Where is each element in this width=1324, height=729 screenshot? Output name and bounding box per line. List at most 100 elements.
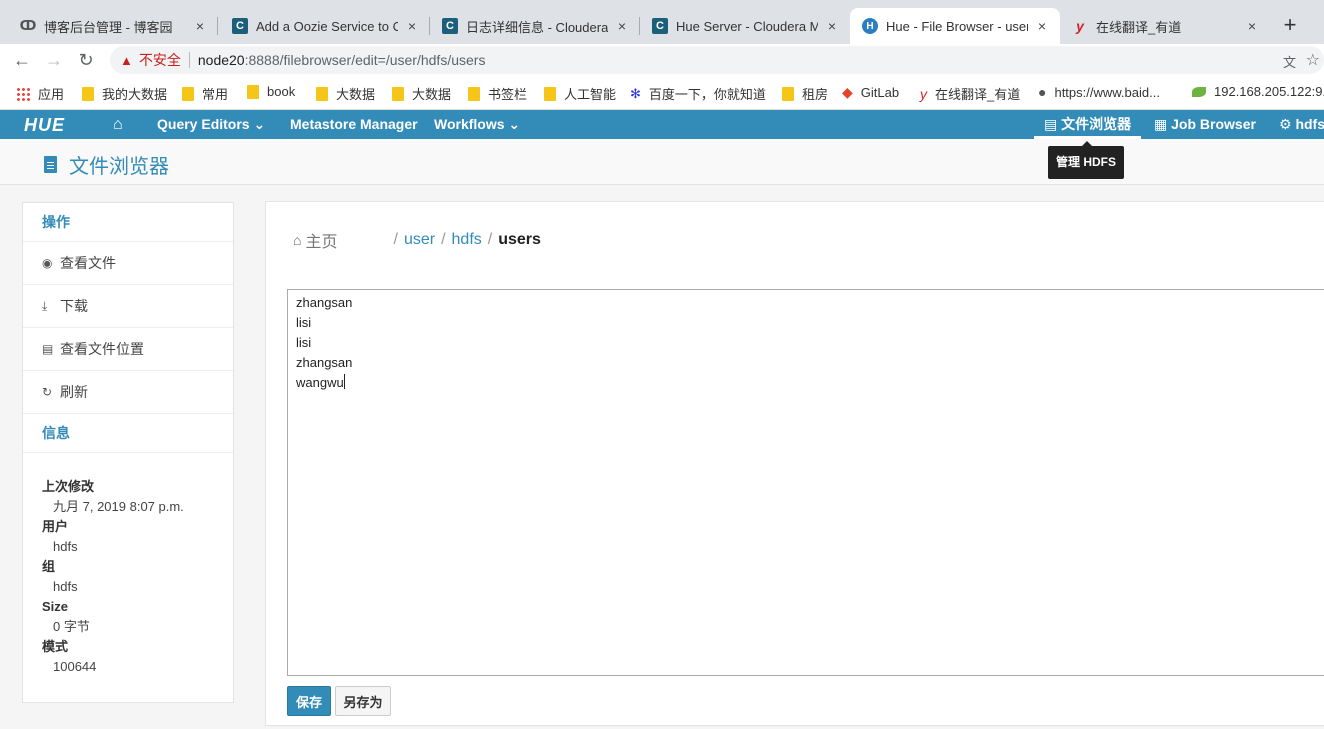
close-icon[interactable]: × [824, 18, 840, 34]
save-button[interactable]: 保存 [287, 686, 331, 716]
folder-icon [544, 86, 556, 101]
close-icon[interactable]: × [192, 18, 208, 34]
sidebar-item-refresh[interactable]: ↻ 刷新 [23, 371, 233, 414]
nav-job-browser[interactable]: ▦ Job Browser [1154, 110, 1256, 139]
cloudera-icon: C [652, 18, 668, 34]
breadcrumb-link[interactable]: hdfs [452, 231, 482, 249]
chevron-down-icon: ⌄ [253, 116, 266, 132]
editor-line: lisi [296, 335, 312, 350]
folder-icon [468, 86, 480, 101]
browser-tab-strip: ↀ 博客后台管理 - 博客园 × C Add a Oozie Service t… [0, 0, 1324, 44]
hue-navbar: HUE ⌂ Query Editors ⌄ Metastore Manager … [0, 110, 1324, 139]
bookmark-item[interactable]: 大数据 [392, 84, 451, 103]
bookmarks-bar: 应用 我的大数据 常用 book 大数据 大数据 书签栏 人工智能 ✻ 百度一下，… [0, 76, 1324, 110]
breadcrumb-link[interactable]: user [404, 231, 435, 249]
home-icon: ⌂ [293, 232, 302, 248]
file-content-editor[interactable]: zhangsan lisi lisi zhangsan wangwu [287, 289, 1324, 676]
nav-user-menu[interactable]: ⚙ hdfs [1279, 110, 1324, 139]
tab-title: Hue - File Browser - user [886, 18, 1028, 34]
sidebar-actions-header: 操作 [23, 203, 233, 242]
back-arrow-icon[interactable]: ← [12, 50, 32, 70]
main-panel: ⌂ 主页 / user / hdfs / users zhangsan lisi … [265, 201, 1324, 726]
browser-tab-active[interactable]: H Hue - File Browser - user × [850, 8, 1060, 44]
gears-icon: ⚙ [1279, 116, 1292, 132]
bookmark-item[interactable]: 书签栏 [468, 84, 527, 103]
sidebar-item-view-file[interactable]: ◉ 查看文件 [23, 242, 233, 285]
bookmark-item[interactable]: ● https://www.baid... [1038, 84, 1160, 100]
bookmark-item[interactable]: 192.168.205.122:9... [1192, 84, 1324, 99]
star-icon[interactable]: ☆ [1306, 50, 1320, 70]
browser-tab[interactable]: y 在线翻译_有道 × [1060, 8, 1270, 44]
hue-icon: H [862, 18, 878, 34]
new-tab-button[interactable]: + [1280, 12, 1300, 38]
reload-icon[interactable]: ↻ [76, 50, 96, 70]
breadcrumb: ⌂ 主页 / user / hdfs / users [293, 228, 541, 252]
info-value: hdfs [53, 579, 78, 594]
bookmark-item[interactable]: 大数据 [316, 84, 375, 103]
gitlab-icon: ◆ [842, 84, 853, 100]
apps-grid-icon [16, 86, 30, 101]
sidebar-item-download[interactable]: ⤓ 下载 [23, 285, 233, 328]
close-icon[interactable]: × [404, 18, 420, 34]
bookmark-item[interactable]: ✻ 百度一下，你就知道 [630, 84, 766, 103]
info-value: 100644 [53, 659, 97, 674]
breadcrumb-home[interactable]: ⌂ 主页 [293, 228, 337, 252]
bookmark-item[interactable]: 应用 [16, 84, 64, 103]
file-icon: ▤ [1044, 116, 1058, 132]
tab-title: Add a Oozie Service to Cl [256, 18, 398, 34]
folder-icon [782, 86, 794, 101]
browser-tab[interactable]: C Add a Oozie Service to Cl × [220, 8, 430, 44]
warning-icon: ▲ [120, 52, 133, 68]
tooltip: 管理 HDFS [1048, 141, 1124, 179]
bookmark-item[interactable]: ◆ GitLab [842, 84, 899, 101]
list-icon: ▦ [1154, 116, 1168, 132]
file-location-icon: ▤ [42, 341, 54, 356]
tab-title: 日志详细信息 - Cloudera M [466, 19, 608, 35]
cloudera-icon: C [442, 18, 458, 34]
browser-tab[interactable]: ↀ 博客后台管理 - 博客园 × [8, 8, 218, 44]
nav-workflows[interactable]: Workflows ⌄ [434, 110, 520, 139]
text-caret [343, 374, 345, 389]
sidebar-item-file-location[interactable]: ▤ 查看文件位置 [23, 328, 233, 371]
translate-icon[interactable]: 文 [1283, 52, 1296, 71]
editor-line: zhangsan [296, 355, 353, 370]
info-value: hdfs [53, 539, 78, 554]
page-title: 文件浏览器 [44, 150, 169, 179]
info-label: 组 [42, 559, 56, 574]
browser-tab[interactable]: C 日志详细信息 - Cloudera M × [430, 8, 640, 44]
nav-query-editors[interactable]: Query Editors ⌄ [157, 110, 265, 139]
folder-icon [316, 86, 328, 101]
browser-tab[interactable]: C Hue Server - Cloudera Ma × [640, 8, 850, 44]
refresh-icon: ↻ [42, 384, 53, 399]
bookmark-item[interactable]: 人工智能 [544, 84, 616, 103]
nav-file-browser[interactable]: ▤ 文件浏览器 [1034, 110, 1142, 139]
security-label[interactable]: 不安全 [139, 50, 181, 70]
folder-icon [392, 86, 404, 101]
info-value: 0 字节 [53, 619, 90, 634]
close-icon[interactable]: × [1034, 18, 1050, 34]
close-icon[interactable]: × [614, 18, 630, 34]
url-path: :8888/filebrowser/edit=/user/hdfs/users [244, 52, 486, 68]
address-bar[interactable]: ▲ 不安全 node20:8888/filebrowser/edit=/user… [110, 46, 1324, 74]
bookmark-item[interactable]: 常用 [182, 84, 228, 103]
browser-toolbar: ← → ↻ ▲ 不安全 node20:8888/filebrowser/edit… [0, 44, 1324, 76]
bookmark-item[interactable]: 我的大数据 [82, 84, 167, 103]
sidebar-info-header: 信息 [23, 414, 233, 453]
chevron-down-icon: ⌄ [508, 116, 521, 132]
tab-title: 博客后台管理 - 博客园 [44, 19, 173, 35]
hue-logo[interactable]: HUE [24, 115, 65, 136]
home-icon[interactable]: ⌂ [113, 110, 123, 139]
bookmark-item[interactable]: book [247, 84, 295, 99]
bookmark-item[interactable]: y 在线翻译_有道 [920, 84, 1020, 103]
eye-icon: ◉ [42, 255, 53, 270]
nav-metastore-manager[interactable]: Metastore Manager [290, 110, 418, 139]
save-as-button[interactable]: 另存为 [335, 686, 391, 716]
tab-title: 在线翻译_有道 [1096, 19, 1182, 35]
editor-line-last: wangwu [296, 374, 345, 390]
info-value: 九月 7, 2019 8:07 p.m. [53, 499, 184, 514]
bookmark-item[interactable]: 租房 [782, 84, 828, 103]
close-icon[interactable]: × [1244, 18, 1260, 34]
folder-icon [182, 86, 194, 101]
forward-arrow-icon[interactable]: → [44, 50, 64, 70]
sidebar: 操作 ◉ 查看文件 ⤓ 下载 ▤ 查看文件位置 ↻ 刷新 信息 上次修改 九月 7, 2… [22, 202, 234, 703]
